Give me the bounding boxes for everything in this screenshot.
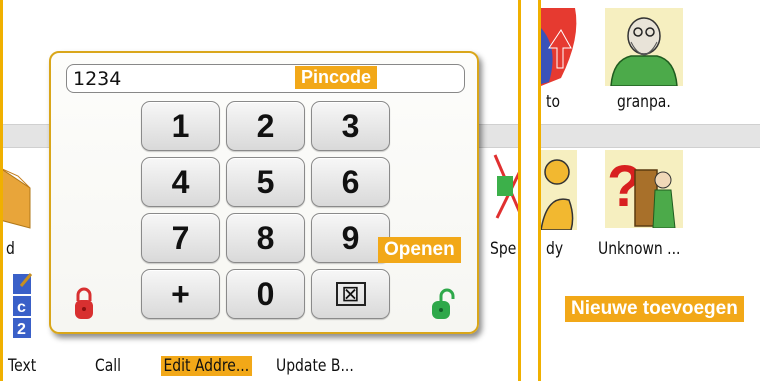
envelope-icon[interactable] xyxy=(0,160,36,230)
left-screen: d Spe c 2 Text Call Edit Addre... Update… xyxy=(0,0,521,381)
pin-dialog: 1234 Pincode 1 2 3 4 5 6 7 8 9 + 0 ⊠ Ope… xyxy=(49,51,479,334)
key-0[interactable]: 0 xyxy=(226,269,305,319)
key-4[interactable]: 4 xyxy=(141,157,220,207)
right-screen: to granpa. dy ? Unknown ... Nieuwe toevo… xyxy=(538,0,760,381)
key-2[interactable]: 2 xyxy=(226,101,305,151)
pin-value: 1234 xyxy=(73,68,122,90)
item-label-to: to xyxy=(546,92,561,112)
key-backspace[interactable]: ⊠ xyxy=(311,269,390,319)
unknown-contact-icon[interactable]: ? xyxy=(605,150,683,228)
key-3[interactable]: 3 xyxy=(311,101,390,151)
key-5[interactable]: 5 xyxy=(226,157,305,207)
open-label[interactable]: Openen xyxy=(378,237,461,263)
svg-text:c: c xyxy=(17,299,26,316)
partial-person-icon[interactable] xyxy=(541,150,577,230)
item-label-d: d xyxy=(6,239,15,259)
separator-band xyxy=(541,124,760,148)
key-plus[interactable]: + xyxy=(141,269,220,319)
svg-text:2: 2 xyxy=(17,321,26,338)
key-1[interactable]: 1 xyxy=(141,101,220,151)
item-label-call[interactable]: Call xyxy=(95,356,121,376)
item-label-edit-address[interactable]: Edit Addre... xyxy=(161,356,252,376)
lock-open-icon[interactable] xyxy=(430,287,456,321)
add-new-button[interactable]: Nieuwe toevoegen xyxy=(565,296,744,322)
lock-closed-icon[interactable] xyxy=(73,285,95,321)
key-7[interactable]: 7 xyxy=(141,213,220,263)
item-label-unknown: Unknown ... xyxy=(598,239,681,259)
text-icon[interactable]: c 2 xyxy=(11,272,35,342)
partial-pictogram-icon[interactable] xyxy=(541,8,581,88)
pincode-label: Pincode xyxy=(295,66,378,89)
item-label-dy: dy xyxy=(546,239,564,259)
item-label-update[interactable]: Update B... xyxy=(276,356,354,376)
key-6[interactable]: 6 xyxy=(311,157,390,207)
item-label-text[interactable]: Text xyxy=(8,356,36,376)
item-label-granpa: granpa. xyxy=(617,92,671,112)
backspace-icon: ⊠ xyxy=(335,282,366,306)
speak-icon[interactable] xyxy=(485,150,521,230)
item-label-spe: Spe xyxy=(490,239,517,259)
pin-input[interactable]: 1234 xyxy=(66,64,465,93)
key-8[interactable]: 8 xyxy=(226,213,305,263)
grandpa-icon[interactable] xyxy=(605,8,683,86)
